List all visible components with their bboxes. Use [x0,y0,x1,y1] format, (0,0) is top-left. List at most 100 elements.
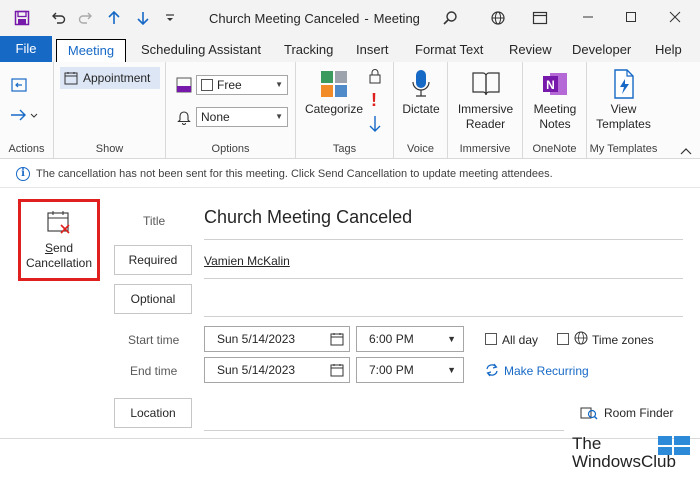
delete-meeting-icon[interactable] [10,76,28,97]
reminder-value: None [201,110,230,124]
recurrence-icon [485,363,499,380]
end-time-field[interactable]: 7:00 PM ▼ [356,357,464,383]
immersive-reader-label-1: Immersive [457,102,514,116]
start-date-value: Sun 5/14/2023 [217,332,296,346]
reminder-dropdown[interactable]: None ▼ [196,107,288,127]
undo-icon[interactable] [48,8,68,28]
tab-review[interactable]: Review [503,39,558,62]
title-bar: Church Meeting Canceled - Meeting [0,0,700,36]
group-label-immersive: Immersive [459,143,511,155]
customize-toolbar-icon[interactable] [160,8,180,28]
group-voice: Dictate Voice [394,62,448,158]
item-type: Meeting [373,11,420,26]
room-finder-button[interactable]: Room Finder [604,406,673,420]
maximize-button[interactable] [616,6,646,28]
meeting-notes-button[interactable]: N Meeting Notes [525,68,585,132]
appointment-button[interactable]: Appointment [60,67,160,89]
redo-icon[interactable] [76,8,96,28]
immersive-reader-button[interactable]: Immersive Reader [450,68,521,132]
required-button[interactable]: Required [114,245,192,275]
collapse-ribbon-icon[interactable] [680,144,692,158]
group-label-voice: Voice [407,143,434,155]
group-my-templates: View Templates My Templates [587,62,660,158]
chevron-down-icon[interactable]: ▼ [447,327,456,351]
time-zones-checkbox[interactable] [557,333,569,345]
view-templates-label-1: View [610,102,637,116]
all-day-label: All day [502,333,539,347]
tab-help[interactable]: Help [649,39,688,62]
room-finder-icon [580,405,598,424]
ribbon-tabs: File Meeting Scheduling Assistant Tracki… [0,36,700,62]
close-button[interactable] [660,6,690,28]
chevron-down-icon[interactable]: ▼ [447,358,456,382]
meeting-notes-label-2: Notes [539,117,571,131]
all-day-checkbox[interactable] [485,333,497,345]
globe-icon[interactable] [488,8,508,28]
group-immersive: Immersive Reader Immersive [448,62,523,158]
free-swatch [201,79,213,91]
tab-meeting[interactable]: Meeting [56,39,126,62]
optional-button[interactable]: Optional [114,284,192,314]
end-date-field[interactable]: Sun 5/14/2023 [204,357,350,383]
windows-logo-icon [658,436,690,455]
chevron-down-icon: ▼ [275,80,283,89]
send-label-1: Send [44,241,74,255]
make-recurring-link[interactable]: Make Recurring [504,364,589,378]
show-as-dropdown[interactable]: Free ▼ [196,75,288,95]
time-zones-label[interactable]: Time zones [592,333,654,347]
save-icon[interactable] [12,8,32,28]
show-as-icon [176,77,192,96]
calendar-icon[interactable] [330,332,344,346]
info-bar: i The cancellation has not been sent for… [0,160,700,188]
start-time-field[interactable]: 6:00 PM ▼ [356,326,464,352]
onenote-icon: N [539,68,571,100]
required-underline [204,278,683,279]
ribbon-display-options-icon[interactable] [530,8,550,28]
location-underline [204,430,564,431]
start-date-field[interactable]: Sun 5/14/2023 [204,326,350,352]
down-arrow-icon[interactable] [133,8,153,28]
tab-insert[interactable]: Insert [350,39,395,62]
dictate-button[interactable]: Dictate [396,68,446,117]
ribbon: Actions Appointment Show Free ▼ None ▼ O… [0,62,700,159]
low-importance-icon[interactable] [368,115,382,136]
meeting-notes-label-1: Meeting [533,102,577,116]
title-label: Title [143,214,166,228]
window-title: Church Meeting Canceled - Meeting [209,11,420,26]
chevron-down-icon: ▼ [275,112,283,121]
high-importance-icon[interactable]: ! [371,90,377,111]
appointment-label: Appointment [83,71,151,85]
templates-icon [608,68,640,100]
view-templates-button[interactable]: View Templates [588,68,659,132]
location-button[interactable]: Location [114,398,192,428]
search-icon[interactable] [440,8,460,28]
group-label-actions: Actions [8,143,45,155]
info-message: The cancellation has not been sent for t… [36,168,553,180]
tab-scheduling-assistant[interactable]: Scheduling Assistant [135,39,267,62]
microphone-icon [405,68,437,100]
tab-developer[interactable]: Developer [566,39,637,62]
end-date-value: Sun 5/14/2023 [217,363,296,377]
title-input[interactable]: Church Meeting Canceled [204,207,412,228]
optional-underline [204,316,683,317]
group-options: Free ▼ None ▼ Options [166,62,296,158]
tab-file[interactable]: File [0,36,52,62]
group-label-onenote: OneNote [532,143,577,155]
group-label-tags: Tags [332,143,357,155]
required-attendees-input[interactable]: Vamien McKalin [204,254,290,268]
book-icon [470,68,502,100]
forward-icon[interactable] [10,108,38,122]
meeting-title: Church Meeting Canceled [209,11,360,26]
minimize-button[interactable] [573,6,603,28]
categorize-button[interactable]: Categorize [300,68,368,117]
send-cancellation-button[interactable]: Send Cancellation [22,203,96,277]
categorize-label: Categorize [304,102,364,116]
calendar-icon [64,72,78,85]
tab-format-text[interactable]: Format Text [409,39,489,62]
calendar-icon[interactable] [330,363,344,377]
up-arrow-icon[interactable] [104,8,124,28]
dictate-label: Dictate [402,102,440,116]
private-lock-icon[interactable] [368,68,382,87]
tab-tracking[interactable]: Tracking [278,39,339,62]
group-show: Appointment Show [54,62,166,158]
